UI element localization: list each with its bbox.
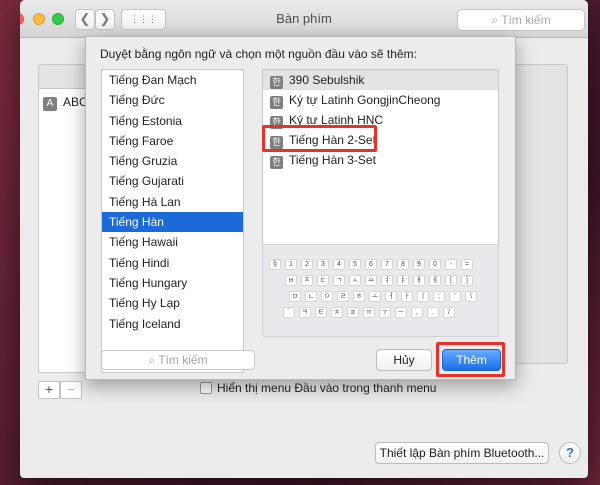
keyboard-key: , xyxy=(411,307,423,318)
keyboard-key: . xyxy=(427,307,439,318)
search-placeholder: Tìm kiếm xyxy=(501,13,551,27)
language-item[interactable]: Tiếng Hy Lạp xyxy=(102,293,243,313)
keyboard-key: ㅎ xyxy=(353,291,365,302)
keyboard-key: ㄴ xyxy=(305,291,317,302)
input-source-label: ABC xyxy=(63,95,88,109)
language-item[interactable]: Tiếng Hawaii xyxy=(102,232,243,252)
source-label: Ký tự Latinh GongjinCheong xyxy=(289,93,441,107)
source-item[interactable]: 한 390 Sebulshik xyxy=(263,70,498,90)
keyboard-key: ㅈ xyxy=(301,275,313,286)
keyboard-key: ㅗ xyxy=(369,291,381,302)
show-input-menu-option[interactable]: Hiển thị menu Đầu vào trong thanh menu xyxy=(200,381,436,395)
keyboard-key: ㅇ xyxy=(321,291,333,302)
keyboard-key: ㅣ xyxy=(417,291,429,302)
hangul-icon: 한 xyxy=(270,156,283,169)
language-item[interactable]: Tiếng Iceland xyxy=(102,314,243,334)
keyboard-key: ㅂ xyxy=(285,275,297,286)
language-item[interactable]: Tiếng Gruzia xyxy=(102,151,243,171)
keyboard-key: ' xyxy=(449,291,461,302)
bluetooth-keyboard-button[interactable]: Thiết lập Bàn phím Bluetooth... xyxy=(375,442,549,464)
keyboard-key: ` xyxy=(283,307,295,318)
keyboard-key: ㅐ xyxy=(413,275,425,286)
keyboard-key: ㄷ xyxy=(317,275,329,286)
sheet-prompt: Duyệt bằng ngôn ngữ và chọn một nguồn đầ… xyxy=(100,47,417,61)
keyboard-key: 7 xyxy=(381,259,393,270)
keyboard-key: ] xyxy=(461,275,473,286)
source-item[interactable]: 한 Ký tự Latinh GongjinCheong xyxy=(263,90,498,110)
keyboard-key: ㅓ xyxy=(385,291,397,302)
language-item[interactable]: Tiếng Hungary xyxy=(102,273,243,293)
language-item[interactable]: Tiếng Đan Mạch xyxy=(102,70,243,90)
keyboard-key: ㅍ xyxy=(347,307,359,318)
keyboard-key: ㅏ xyxy=(401,291,413,302)
keyboard-key: - xyxy=(445,259,457,270)
language-item-selected[interactable]: Tiếng Hàn xyxy=(102,212,243,233)
keyboard-key: ㅔ xyxy=(429,275,441,286)
language-search-input[interactable]: ⌕ Tìm kiếm xyxy=(101,350,255,370)
keyboard-key: 1 xyxy=(285,259,297,270)
keyboard-key: \ xyxy=(465,291,477,302)
source-label: Tiếng Hàn 3-Set xyxy=(289,153,376,167)
keyboard-key: = xyxy=(461,259,473,270)
keyboard-key: ㅡ xyxy=(395,307,407,318)
keyboard-preview: § 1 2 3 4 5 6 7 8 9 0- = ㅂㅈㄷㄱㅅㅛㅕㅑㅐㅔ [] ㅁㄴㅇㄹㅎㅗㅓㅏㅣ; ' \ ` ㅋㅌ… xyxy=(262,244,499,337)
keyboard-key: 6 xyxy=(365,259,377,270)
source-label: 390 Sebulshik xyxy=(289,73,365,87)
keyboard-key: ㅑ xyxy=(397,275,409,286)
search-icon: ⌕ xyxy=(148,353,159,367)
keyboard-key: 5 xyxy=(349,259,361,270)
keyboard-key: 8 xyxy=(397,259,409,270)
keyboard-key: ㅋ xyxy=(299,307,311,318)
abc-icon: A xyxy=(43,97,57,111)
language-item[interactable]: Tiếng Faroe xyxy=(102,131,243,151)
keyboard-key: 0 xyxy=(429,259,441,270)
keyboard-key: 3 xyxy=(317,259,329,270)
hangul-icon: 한 xyxy=(270,76,283,89)
keyboard-key: ㄹ xyxy=(337,291,349,302)
add-input-source-sheet: Duyệt bằng ngôn ngữ và chọn một nguồn đầ… xyxy=(85,36,516,380)
add-button-highlight-box xyxy=(436,342,505,377)
language-item[interactable]: Tiếng Estonia xyxy=(102,111,243,131)
language-item[interactable]: Tiếng Đức xyxy=(102,90,243,110)
keyboard-key: ㅊ xyxy=(331,307,343,318)
titlebar: ❮ ❯ ⋮⋮⋮ Bàn phím ⌕ Tìm kiếm xyxy=(20,0,588,38)
show-input-menu-label: Hiển thị menu Đầu vào trong thanh menu xyxy=(217,381,437,395)
add-source-button[interactable]: + xyxy=(38,381,60,399)
keyboard-key: 2 xyxy=(301,259,313,270)
search-placeholder: Tìm kiếm xyxy=(158,353,208,367)
keyboard-key: ㅅ xyxy=(349,275,361,286)
keyboard-key: ㅁ xyxy=(289,291,301,302)
cancel-button[interactable]: Hủy xyxy=(376,349,432,371)
keyboard-key: [ xyxy=(445,275,457,286)
keyboard-key: ㅠ xyxy=(363,307,375,318)
source-highlight-box xyxy=(262,125,377,152)
help-button[interactable]: ? xyxy=(559,442,581,464)
preferences-search-input[interactable]: ⌕ Tìm kiếm xyxy=(457,9,585,31)
keyboard-key: 4 xyxy=(333,259,345,270)
keyboard-key: § xyxy=(269,259,281,270)
keyboard-key: 9 xyxy=(413,259,425,270)
keyboard-key: ㅜ xyxy=(379,307,391,318)
hangul-icon: 한 xyxy=(270,96,283,109)
language-item[interactable]: Tiếng Gujarati xyxy=(102,171,243,191)
language-item[interactable]: Tiếng Hà Lan xyxy=(102,192,243,212)
input-source-item[interactable]: A ABC xyxy=(43,95,88,111)
show-input-menu-checkbox[interactable] xyxy=(200,382,212,394)
source-item[interactable]: 한 Tiếng Hàn 3-Set xyxy=(263,150,498,170)
keyboard-key: ㅕ xyxy=(381,275,393,286)
keyboard-key: ; xyxy=(433,291,445,302)
keyboard-key: ㄱ xyxy=(333,275,345,286)
remove-source-button[interactable]: − xyxy=(60,381,82,399)
search-icon: ⌕ xyxy=(491,13,502,27)
language-item[interactable]: Tiếng Hindi xyxy=(102,253,243,273)
input-source-choices: 한 390 Sebulshik 한 Ký tự Latinh GongjinCheo… xyxy=(262,69,499,271)
language-list: Tiếng Đan Mạch Tiếng Đức Tiếng Estonia T… xyxy=(101,69,244,373)
keyboard-key: ㅛ xyxy=(365,275,377,286)
keyboard-key: ㅌ xyxy=(315,307,327,318)
keyboard-key: / xyxy=(443,307,455,318)
